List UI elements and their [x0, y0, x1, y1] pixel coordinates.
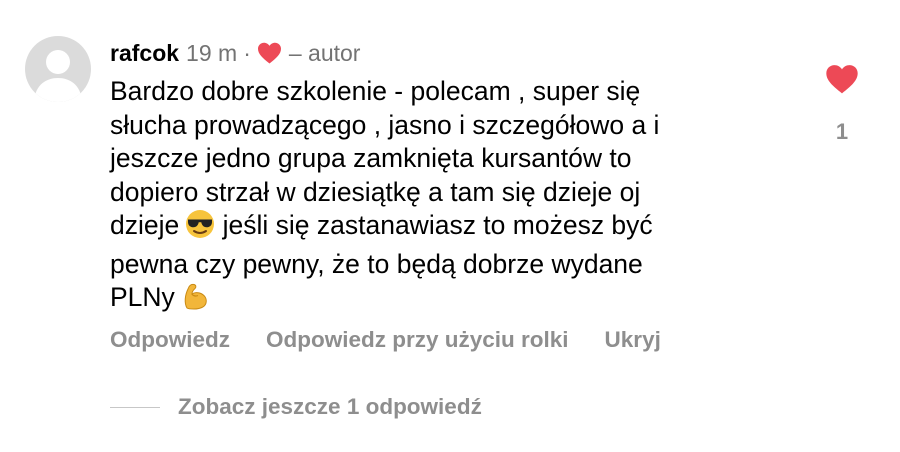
username[interactable]: rafcok [110, 40, 179, 67]
reply-button[interactable]: Odpowiedz [110, 327, 230, 353]
avatar[interactable] [25, 36, 91, 102]
like-column: 1 [818, 64, 866, 145]
like-count[interactable]: 1 [836, 119, 848, 145]
view-replies-label: Zobacz jeszcze 1 odpowiedź [178, 394, 482, 419]
reply-with-reel-button[interactable]: Odpowiedz przy użyciu rolki [266, 327, 569, 353]
creator-liked-heart-icon [257, 42, 282, 64]
default-avatar-icon [34, 50, 82, 102]
view-replies-button[interactable]: Zobacz jeszcze 1 odpowiedź [110, 394, 482, 420]
comment-header: rafcok 19 m · – autor [110, 38, 360, 68]
hide-button[interactable]: Ukryj [605, 327, 661, 353]
flexed-biceps-icon [181, 281, 211, 320]
comment-actions: Odpowiedz Odpowiedz przy użyciu rolki Uk… [110, 327, 697, 353]
like-heart-icon[interactable] [825, 64, 859, 99]
replies-divider-line [110, 406, 160, 408]
sunglasses-emoji-icon [185, 209, 215, 248]
separator-dot: · [243, 39, 251, 66]
comment-time: 19 m [186, 39, 238, 66]
comment-text: Bardzo dobre szkolenie - polecam , super… [110, 75, 790, 320]
comment: rafcok 19 m · – autor Bardzo dobre szkol… [0, 0, 900, 452]
author-label: – autor [288, 39, 361, 66]
